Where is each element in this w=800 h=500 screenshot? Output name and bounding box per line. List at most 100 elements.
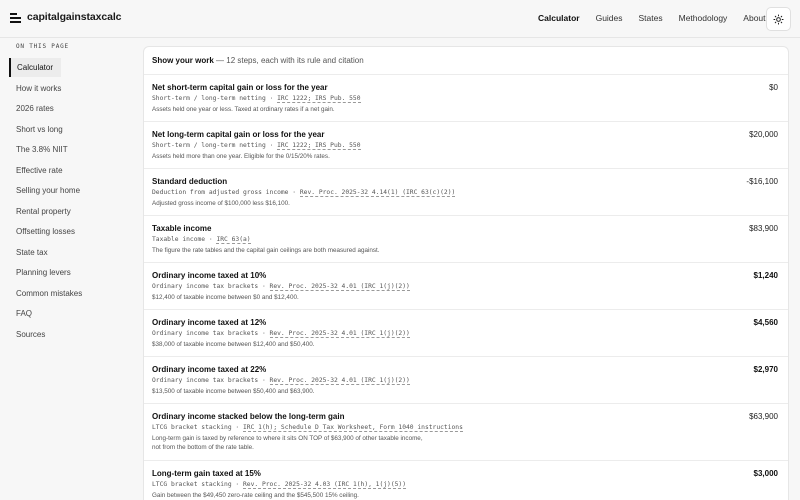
step-value: $63,900	[749, 412, 778, 421]
citation-link[interactable]: IRC 63(a)	[216, 236, 251, 244]
step-row: Net short-term capital gain or loss for …	[152, 83, 782, 114]
citation-link[interactable]: Rev. Proc. 2025-32 4.01 (IRC 1(j)(2))	[269, 283, 410, 291]
sidebar-item-how-it-works[interactable]: How it works	[9, 79, 61, 98]
step-note: The figure the rate tables and the capit…	[152, 247, 380, 254]
step-note: Long-term gain is taxed by reference to …	[152, 435, 423, 451]
step-row: Ordinary income taxed at 12% $4,560 Ordi…	[152, 318, 782, 349]
sidebar-item-offsetting-losses[interactable]: Offsetting losses	[9, 222, 75, 241]
divider	[144, 168, 788, 169]
sidebar-item-faq[interactable]: FAQ	[9, 304, 61, 323]
step-note: Assets held one year or less. Taxed at o…	[152, 106, 335, 113]
brand-name: capitalgainstaxcalc	[27, 11, 122, 23]
sidebar-item-state-tax[interactable]: State tax	[9, 243, 61, 262]
sidebar-item-selling-your-home[interactable]: Selling your home	[9, 181, 80, 200]
sidebar-item-niit[interactable]: The 3.8% NIIT	[9, 140, 68, 159]
step-title: Ordinary income stacked below the long-t…	[152, 412, 345, 421]
sidebar-item-planning-levers[interactable]: Planning levers	[9, 263, 71, 282]
step-row: Ordinary income taxed at 10% $1,240 Ordi…	[152, 271, 782, 302]
step-rule: Deduction from adjusted gross income · R…	[152, 189, 456, 197]
step-value: $20,000	[749, 130, 778, 139]
sidebar-item-common-mistakes[interactable]: Common mistakes	[9, 284, 82, 303]
panel-title: Show your work	[152, 56, 214, 65]
step-title: Ordinary income taxed at 12%	[152, 318, 267, 327]
theme-toggle-button[interactable]	[766, 7, 791, 31]
step-rule: Short-term / long-term netting · IRC 122…	[152, 95, 361, 103]
nav-methodology[interactable]: Methodology	[679, 13, 728, 23]
rule-name: Taxable income	[152, 236, 206, 243]
step-note: Assets held more than one year. Eligible…	[152, 153, 330, 160]
step-rule: Short-term / long-term netting · IRC 122…	[152, 142, 361, 150]
rule-name: LTCG bracket stacking	[152, 481, 232, 488]
step-row: Taxable income $83,900 Taxable income · …	[152, 224, 782, 255]
rule-name: Ordinary income tax brackets	[152, 330, 259, 337]
step-rule: Ordinary income tax brackets · Rev. Proc…	[152, 283, 410, 291]
sidebar-heading: ON THIS PAGE	[16, 43, 69, 50]
divider	[144, 121, 788, 122]
show-your-work-panel: Show your work — 12 steps, each with its…	[143, 46, 789, 500]
step-note: Adjusted gross income of $100,000 less $…	[152, 200, 290, 207]
step-row: Ordinary income taxed at 22% $2,970 Ordi…	[152, 365, 782, 396]
rule-name: Deduction from adjusted gross income	[152, 189, 289, 196]
step-note: $38,000 of taxable income between $12,40…	[152, 341, 315, 348]
step-value: $1,240	[753, 271, 778, 280]
step-value: -$16,100	[746, 177, 778, 186]
nav-calculator[interactable]: Calculator	[538, 13, 580, 23]
step-note: Gain between the $49,450 zero-rate ceili…	[152, 492, 359, 499]
divider	[144, 460, 788, 461]
step-row: Ordinary income stacked below the long-t…	[152, 412, 782, 452]
divider	[144, 356, 788, 357]
citation-link[interactable]: Rev. Proc. 2025-32 4.01 (IRC 1(j)(2))	[269, 377, 410, 385]
nav-states[interactable]: States	[639, 13, 663, 23]
sun-icon	[773, 13, 784, 25]
brand-link[interactable]: capitalgainstaxcalc	[10, 11, 122, 23]
step-row: Long-term gain taxed at 15% $3,000 LTCG …	[152, 469, 782, 500]
main-nav: Calculator Guides States Methodology Abo…	[538, 13, 782, 23]
citation-link[interactable]: IRC 1222; IRS Pub. 550	[277, 95, 361, 103]
step-value: $2,970	[753, 365, 778, 374]
step-row: Standard deduction -$16,100 Deduction fr…	[152, 177, 782, 208]
sidebar-item-short-vs-long[interactable]: Short vs long	[9, 120, 63, 139]
sidebar-item-effective-rate[interactable]: Effective rate	[9, 161, 63, 180]
rule-name: LTCG bracket stacking	[152, 424, 232, 431]
citation-link[interactable]: IRC 1(h); Schedule D Tax Worksheet, Form…	[243, 424, 463, 432]
step-title: Standard deduction	[152, 177, 228, 186]
step-value: $4,560	[753, 318, 778, 327]
sidebar-item-calculator[interactable]: Calculator	[9, 58, 61, 77]
sidebar-item-2026-rates[interactable]: 2026 rates	[9, 99, 61, 118]
nav-about[interactable]: About	[743, 13, 765, 23]
step-rule: LTCG bracket stacking · Rev. Proc. 2025-…	[152, 481, 407, 489]
divider	[144, 262, 788, 263]
step-title: Taxable income	[152, 224, 212, 233]
rule-name: Short-term / long-term netting	[152, 95, 266, 102]
step-title: Net short-term capital gain or loss for …	[152, 83, 328, 92]
rule-name: Ordinary income tax brackets	[152, 377, 259, 384]
divider	[144, 403, 788, 404]
sidebar-item-sources[interactable]: Sources	[9, 325, 61, 344]
step-note: $13,500 of taxable income between $50,40…	[152, 388, 315, 395]
rule-name: Ordinary income tax brackets	[152, 283, 259, 290]
step-row: Net long-term capital gain or loss for t…	[152, 130, 782, 161]
step-rule: Taxable income · IRC 63(a)	[152, 236, 251, 244]
panel-header: Show your work — 12 steps, each with its…	[152, 56, 364, 65]
sidebar-item-rental-property[interactable]: Rental property	[9, 202, 71, 221]
citation-link[interactable]: Rev. Proc. 2025-32 4.01 (IRC 1(j)(2))	[269, 330, 410, 338]
divider	[144, 74, 788, 75]
divider	[144, 309, 788, 310]
step-title: Long-term gain taxed at 15%	[152, 469, 261, 478]
citation-link[interactable]: Rev. Proc. 2025-32 4.14(1) (IRC 63(c)(2)…	[299, 189, 456, 197]
rule-name: Short-term / long-term netting	[152, 142, 266, 149]
divider	[144, 215, 788, 216]
citation-link[interactable]: Rev. Proc. 2025-32 4.03 (IRC 1(h), 1(j)(…	[243, 481, 407, 489]
step-title: Ordinary income taxed at 10%	[152, 271, 267, 280]
step-rule: LTCG bracket stacking · IRC 1(h); Schedu…	[152, 424, 463, 432]
step-value: $83,900	[749, 224, 778, 233]
nav-guides[interactable]: Guides	[596, 13, 623, 23]
step-note: $12,400 of taxable income between $0 and…	[152, 294, 299, 301]
step-title: Net long-term capital gain or loss for t…	[152, 130, 325, 139]
step-rule: Ordinary income tax brackets · Rev. Proc…	[152, 377, 410, 385]
step-rule: Ordinary income tax brackets · Rev. Proc…	[152, 330, 410, 338]
logo-icon	[10, 12, 22, 23]
citation-link[interactable]: IRC 1222; IRS Pub. 550	[277, 142, 361, 150]
panel-subtitle: — 12 steps, each with its rule and citat…	[216, 56, 364, 65]
top-bar: capitalgainstaxcalc Calculator Guides St…	[0, 0, 800, 38]
